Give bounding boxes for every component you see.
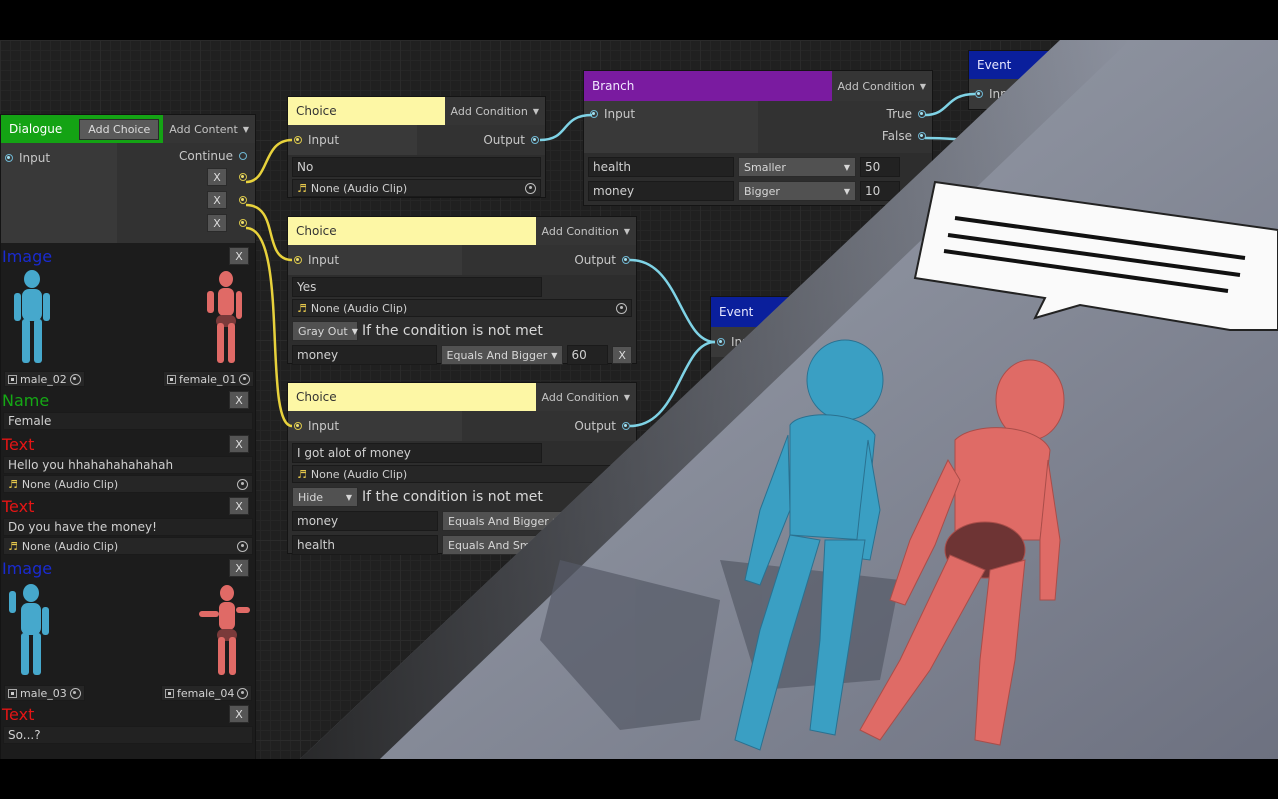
graph-viewport[interactable]: Event Input Event Input Branch Add Condi…: [0, 40, 1278, 759]
game-scene-preview: [300, 40, 1278, 759]
